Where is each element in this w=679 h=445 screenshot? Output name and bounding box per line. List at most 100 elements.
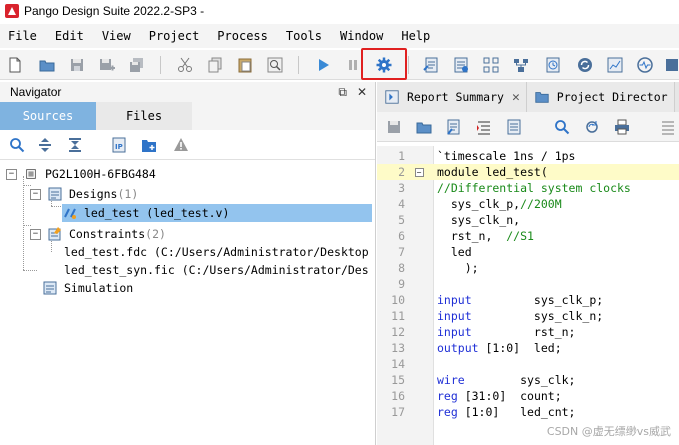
menu-edit[interactable]: Edit [47, 29, 92, 43]
code-text: reg [31:0] count; [429, 389, 562, 403]
code-text: reg [1:0] led_cnt; [429, 405, 575, 419]
tab-sources[interactable]: Sources [0, 102, 96, 130]
run-icon[interactable] [314, 56, 332, 74]
code-line[interactable]: 3 //Differential system clocks [377, 180, 679, 196]
code-line[interactable]: 12 input rst_n; [377, 324, 679, 340]
line-number: 4 [398, 197, 405, 211]
code-line[interactable]: 13 output [1:0] led; [377, 340, 679, 356]
design-item-label: led_test (led_test.v) [84, 206, 230, 220]
code-line[interactable]: 4 sys_clk_p,//200M [377, 196, 679, 212]
code-line[interactable]: 6 rst_n, //S1 [377, 228, 679, 244]
code-line[interactable]: 5 sys_clk_n, [377, 212, 679, 228]
more-icon[interactable] [664, 56, 679, 74]
code-line[interactable]: 11 input sys_clk_n; [377, 308, 679, 324]
save-icon[interactable] [68, 56, 86, 74]
menu-help[interactable]: Help [393, 29, 438, 43]
tree-design-item[interactable]: led_test (led_test.v) [62, 204, 372, 222]
code-token: `timescale 1ns / 1ps [437, 149, 576, 163]
pause-icon[interactable] [344, 56, 362, 74]
expand-all-icon[interactable] [36, 136, 54, 154]
new-file-icon[interactable] [6, 56, 24, 74]
fold-toggle-icon[interactable]: − [414, 167, 424, 177]
tree-simulation-node[interactable]: Simulation [42, 279, 133, 297]
tree-constraint-file[interactable]: led_test.fdc (C:/Users/Administrator/Des… [64, 243, 369, 261]
close-panel-icon[interactable]: ✕ [357, 85, 367, 100]
ip-core-icon[interactable]: IP [110, 136, 128, 154]
menu-project[interactable]: Project [141, 29, 208, 43]
menu-tools[interactable]: Tools [278, 29, 330, 43]
paste-icon[interactable] [236, 56, 254, 74]
code-line[interactable]: 14 [377, 356, 679, 372]
menu-window[interactable]: Window [332, 29, 391, 43]
find-icon[interactable] [266, 56, 284, 74]
code-keyword: input [437, 325, 472, 339]
save-all-icon[interactable] [128, 56, 146, 74]
collapse-toggle-icon[interactable]: − [30, 228, 41, 240]
sync-icon[interactable] [576, 56, 594, 74]
search-icon[interactable] [8, 136, 26, 154]
code-keyword: output [437, 341, 479, 355]
code-text: led [429, 245, 472, 259]
copy-icon[interactable] [206, 56, 224, 74]
code-line[interactable]: 8 ); [377, 260, 679, 276]
tree-connector [23, 176, 24, 270]
code-text: sys_clk_p,//200M [429, 197, 562, 211]
tree-constraint-file[interactable]: led_test_syn.fic (C:/Users/Administrator… [64, 261, 369, 279]
code-line[interactable]: 1 `timescale 1ns / 1ps [377, 148, 679, 164]
line-number: 2 [398, 165, 405, 179]
collapse-toggle-icon[interactable]: − [30, 188, 41, 200]
fold-marker[interactable]: − [409, 167, 429, 177]
float-panel-icon[interactable]: ⧉ [338, 85, 347, 100]
code-text: wire sys_clk; [429, 373, 575, 387]
menu-file[interactable]: File [0, 29, 45, 43]
save-icon[interactable] [385, 118, 403, 136]
code-token: sys_clk_p; [471, 293, 604, 307]
tab-files[interactable]: Files [96, 102, 192, 130]
navigator-title: Navigator [10, 85, 62, 99]
more-options-icon[interactable] [659, 118, 677, 136]
report-summary-icon [383, 88, 401, 106]
pango-logo-icon [5, 4, 19, 18]
search-icon[interactable] [553, 118, 571, 136]
code-text: rst_n, //S1 [429, 229, 534, 243]
close-tab-icon[interactable]: ✕ [512, 90, 520, 105]
new-document-icon[interactable] [445, 118, 463, 136]
code-line[interactable]: 7 led [377, 244, 679, 260]
indent-icon[interactable] [475, 118, 493, 136]
menu-process[interactable]: Process [209, 29, 276, 43]
document-view-icon[interactable] [505, 118, 523, 136]
tree-designs-node[interactable]: − Designs (1) [30, 185, 138, 203]
properties-icon[interactable] [452, 56, 470, 74]
warning-icon[interactable] [172, 136, 190, 154]
code-line[interactable]: 15 wire sys_clk; [377, 372, 679, 388]
pulse-icon[interactable] [636, 56, 654, 74]
find-replace-icon[interactable] [583, 118, 601, 136]
code-line[interactable]: 9 [377, 276, 679, 292]
collapse-toggle-icon[interactable]: − [6, 168, 17, 180]
netlist-icon[interactable] [512, 56, 530, 74]
tree-constraints-node[interactable]: − Constraints (2) [30, 225, 166, 243]
code-editor[interactable]: 1 `timescale 1ns / 1ps 2− module led_test(3… [377, 146, 679, 445]
schematic-icon[interactable] [482, 56, 500, 74]
analyze-icon[interactable] [606, 56, 624, 74]
line-number: 8 [398, 261, 405, 275]
code-keyword: wire [437, 373, 465, 387]
menu-view[interactable]: View [94, 29, 139, 43]
print-icon[interactable] [613, 118, 631, 136]
editor-tabs: Report Summary ✕ Project Director [377, 82, 679, 112]
code-line[interactable]: 16 reg [31:0] count; [377, 388, 679, 404]
code-line[interactable]: 10 input sys_clk_p; [377, 292, 679, 308]
report-icon[interactable] [422, 56, 440, 74]
open-folder-icon[interactable] [38, 56, 56, 74]
open-folder-icon[interactable] [415, 118, 433, 136]
code-line[interactable]: 17 reg [1:0] led_cnt; [377, 404, 679, 420]
timing-icon[interactable] [544, 56, 562, 74]
code-line[interactable]: 2− module led_test( [377, 164, 679, 180]
tab-report-summary[interactable]: Report Summary ✕ [377, 82, 527, 112]
tab-project-director[interactable]: Project Director [526, 82, 675, 112]
cut-icon[interactable] [176, 56, 194, 74]
save-as-icon[interactable] [98, 56, 116, 74]
tree-device-node[interactable]: − PG2L100H-6FBG484 [6, 165, 156, 183]
collapse-all-icon[interactable] [66, 136, 84, 154]
add-source-icon[interactable] [140, 136, 158, 154]
